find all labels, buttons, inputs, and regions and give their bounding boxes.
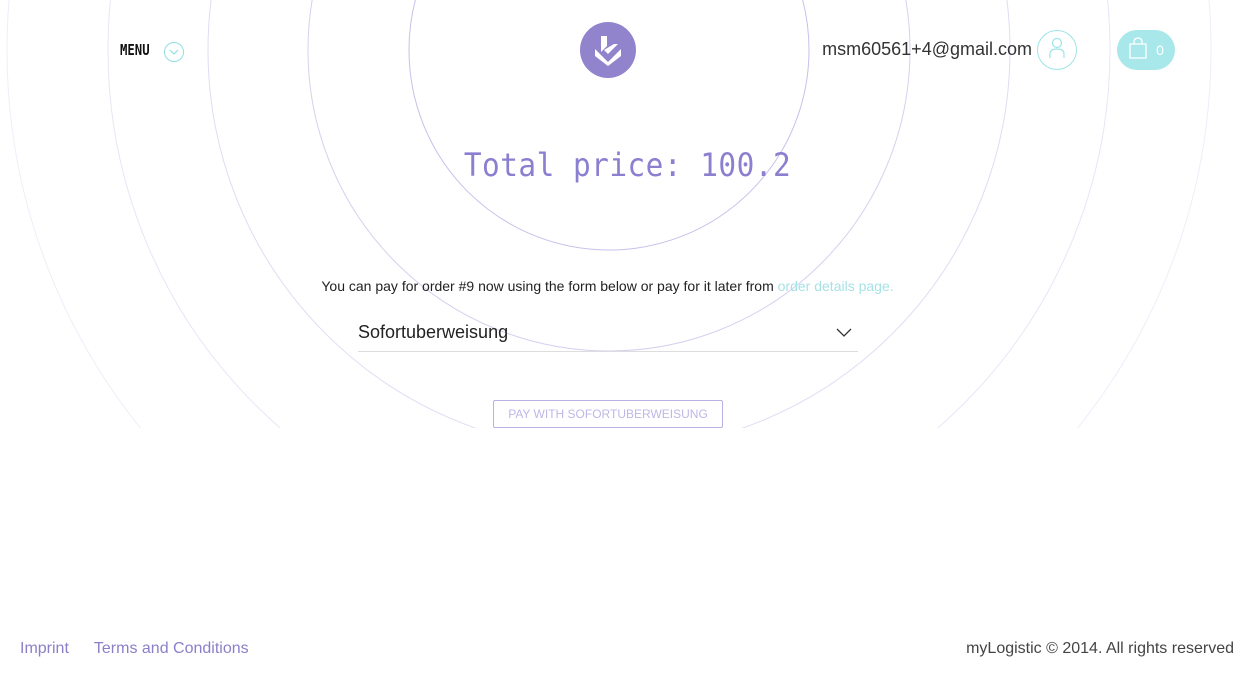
user-icon: [1049, 37, 1065, 64]
imprint-link[interactable]: Imprint: [20, 640, 69, 658]
page: MENU msm60561+4@gmail.com 0 Total price:…: [0, 0, 1255, 679]
terms-link[interactable]: Terms and Conditions: [94, 640, 249, 658]
menu-label: MENU: [120, 41, 150, 59]
cart-button[interactable]: 0: [1117, 30, 1175, 70]
user-profile-button[interactable]: [1037, 30, 1077, 70]
menu-toggle[interactable]: MENU: [120, 41, 184, 62]
order-details-link[interactable]: order details page.: [778, 278, 894, 294]
footer-links: Imprint Terms and Conditions: [20, 640, 249, 658]
shopping-bag-icon: [1128, 36, 1148, 64]
copyright-text: myLogistic © 2014. All rights reserved: [966, 640, 1234, 657]
chevron-down-icon[interactable]: [164, 42, 184, 62]
total-price: Total price: 100.2: [463, 146, 792, 184]
payment-method-value: Sofortuberweisung: [358, 322, 509, 342]
pay-button[interactable]: PAY WITH SOFORTUBERWEISUNG: [493, 400, 723, 428]
cart-count: 0: [1156, 42, 1164, 58]
pay-info-text: You can pay for order #9 now using the f…: [0, 278, 1215, 294]
pay-info-message: You can pay for order #9 now using the f…: [321, 278, 774, 294]
payment-method-select[interactable]: Sofortuberweisung: [358, 316, 858, 352]
user-email[interactable]: msm60561+4@gmail.com: [822, 39, 1032, 60]
chevron-down-icon: [836, 325, 852, 343]
brand-logo-icon[interactable]: [580, 22, 636, 78]
